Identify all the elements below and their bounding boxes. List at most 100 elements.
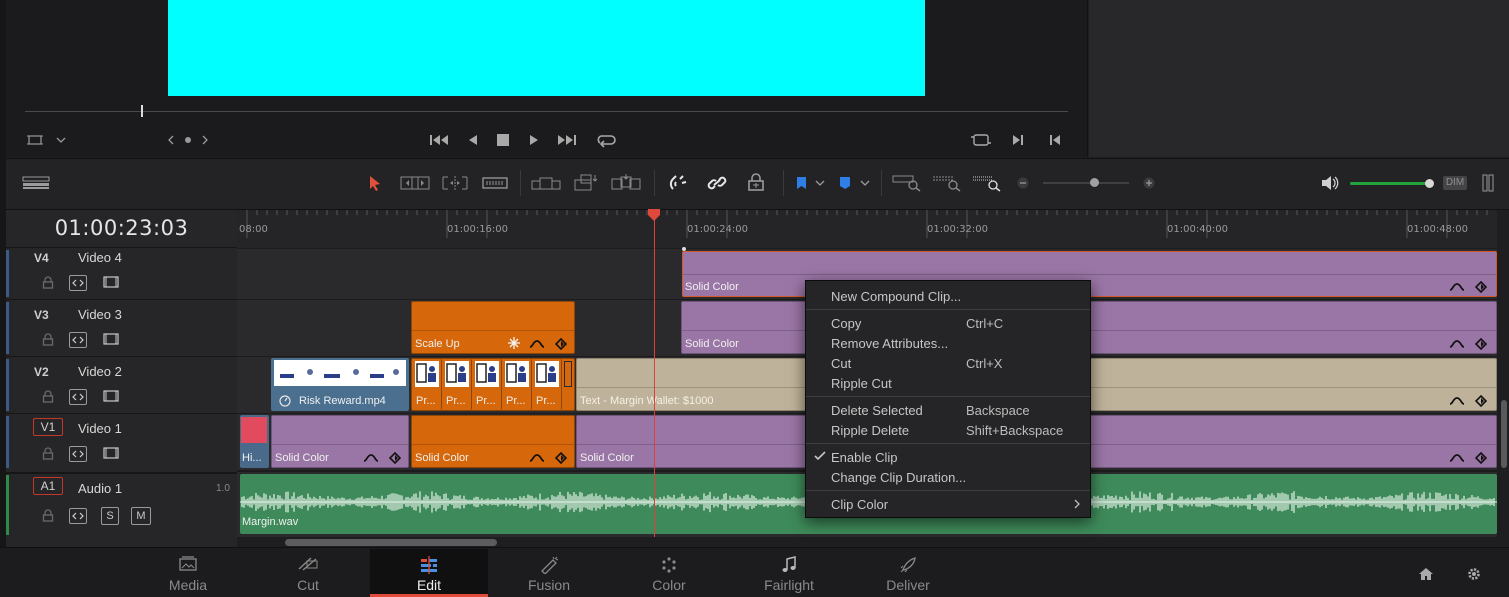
position-lock-icon[interactable] (745, 172, 767, 192)
menu-enable-clip[interactable]: Enable Clip (806, 447, 1090, 467)
auto-select-track-icon[interactable] (69, 389, 87, 405)
auto-select-track-icon[interactable] (69, 332, 87, 348)
lock-track-icon[interactable] (41, 446, 55, 460)
menu-new-compound-clip[interactable]: New Compound Clip... (806, 286, 1090, 306)
zoom-in-icon[interactable] (1142, 176, 1156, 190)
overwrite-clip-icon[interactable] (572, 172, 600, 192)
next-edit-icon[interactable] (1010, 132, 1026, 148)
match-frame-icon[interactable] (970, 132, 992, 148)
speaker-icon[interactable] (1320, 174, 1340, 192)
auto-select-track-icon[interactable] (69, 446, 87, 462)
stop-icon[interactable] (495, 132, 511, 148)
dim-button[interactable]: DIM (1443, 176, 1467, 190)
disable-track-icon[interactable] (102, 389, 120, 403)
lock-track-icon[interactable] (41, 275, 55, 289)
viewer-overlay-icon[interactable] (26, 133, 44, 147)
blade-edit-mode-icon[interactable] (481, 174, 509, 192)
menu-ripple-cut[interactable]: Ripple Cut (806, 373, 1090, 393)
jump-to-start-icon[interactable] (428, 132, 450, 148)
menu-ripple-delete[interactable]: Ripple Delete Shift+Backspace (806, 420, 1090, 440)
zoom-custom-icon[interactable] (972, 174, 1002, 192)
track-name[interactable]: Audio 1 (78, 481, 122, 496)
play-icon[interactable] (526, 132, 542, 148)
gear-icon[interactable] (1465, 565, 1483, 583)
selection-mode-icon[interactable] (366, 174, 384, 192)
vertical-scrollbar[interactable] (1497, 210, 1509, 547)
flag-icon[interactable] (793, 175, 809, 191)
volume-slider-track[interactable] (1350, 182, 1430, 185)
curve-editor-icon[interactable] (1449, 281, 1465, 293)
chevron-down-icon[interactable] (55, 134, 67, 146)
menu-delete-selected[interactable]: Delete Selected Backspace (806, 400, 1090, 420)
track-name[interactable]: Video 4 (78, 250, 122, 265)
viewer-scrub-head[interactable] (141, 105, 143, 117)
replace-clip-icon[interactable] (611, 172, 641, 192)
viewer-scrubber[interactable] (25, 111, 1068, 112)
timeline-view-options-icon[interactable] (22, 175, 50, 191)
play-reverse-icon[interactable] (464, 132, 480, 148)
lock-track-icon[interactable] (41, 332, 55, 346)
keyframe-icon[interactable] (389, 452, 401, 464)
playhead-handle[interactable] (647, 208, 661, 222)
page-tab-fusion[interactable]: Fusion (490, 549, 608, 597)
curve-editor-icon[interactable] (529, 452, 545, 464)
audio-meter-icon[interactable] (1480, 173, 1496, 193)
track-destination-v1[interactable]: V1 (33, 418, 63, 436)
menu-change-clip-duration[interactable]: Change Clip Duration... (806, 467, 1090, 487)
keyframe-icon[interactable] (555, 338, 567, 350)
page-tab-media[interactable]: Media (129, 549, 247, 597)
track-destination-a1[interactable]: A1 (33, 477, 63, 495)
dynamic-trim-mode-icon[interactable] (441, 174, 469, 192)
lock-track-icon[interactable] (41, 389, 55, 403)
track-name[interactable]: Video 2 (78, 364, 122, 379)
volume-slider-knob[interactable] (1425, 179, 1434, 188)
disable-track-icon[interactable] (102, 332, 120, 346)
page-tab-cut[interactable]: Cut (249, 549, 367, 597)
insert-clip-icon[interactable] (531, 174, 561, 192)
solo-button[interactable]: S (101, 507, 119, 525)
home-icon[interactable] (1417, 565, 1435, 583)
mute-button[interactable]: M (131, 507, 151, 525)
trim-edit-mode-icon[interactable] (400, 174, 430, 192)
marker-icon[interactable] (837, 175, 853, 191)
curve-editor-icon[interactable] (1449, 395, 1465, 407)
menu-copy[interactable]: Copy Ctrl+C (806, 313, 1090, 333)
linked-selection-icon[interactable] (706, 173, 728, 193)
zoom-slider-track[interactable] (1043, 182, 1129, 184)
timecode-display[interactable]: 01:00:23:03 (6, 216, 237, 246)
effects-sparkle-icon[interactable] (507, 336, 521, 350)
keyframe-icon[interactable] (1475, 281, 1487, 293)
zoom-detail-icon[interactable] (932, 174, 962, 192)
auto-select-track-icon[interactable] (69, 508, 87, 524)
curve-editor-icon[interactable] (529, 338, 545, 350)
page-tab-edit[interactable]: Edit (370, 549, 488, 597)
keyframe-icon[interactable] (1475, 338, 1487, 350)
jump-to-end-icon[interactable] (556, 132, 578, 148)
chevron-down-icon[interactable] (859, 178, 871, 188)
menu-clip-color[interactable]: Clip Color (806, 494, 1090, 514)
disable-track-icon[interactable] (102, 446, 120, 460)
zoom-full-extent-icon[interactable] (892, 174, 922, 192)
previous-edit-icon[interactable] (1047, 132, 1063, 148)
menu-cut[interactable]: Cut Ctrl+X (806, 353, 1090, 373)
keyframe-icon[interactable] (555, 452, 567, 464)
curve-editor-icon[interactable] (1449, 338, 1465, 350)
lock-track-icon[interactable] (41, 508, 55, 522)
timeline-ruler[interactable] (237, 210, 1497, 248)
track-name[interactable]: Video 1 (78, 421, 122, 436)
curve-editor-icon[interactable] (363, 452, 379, 464)
page-tab-fairlight[interactable]: Fairlight (730, 549, 848, 597)
snapping-icon[interactable] (667, 173, 689, 193)
keyframe-icon[interactable] (1475, 452, 1487, 464)
curve-editor-icon[interactable] (1449, 452, 1465, 464)
page-tab-deliver[interactable]: Deliver (849, 549, 967, 597)
chevron-down-icon[interactable] (814, 178, 826, 188)
horizontal-scroll-thumb[interactable] (285, 539, 497, 546)
track-name[interactable]: Video 3 (78, 307, 122, 322)
disable-track-icon[interactable] (102, 275, 120, 289)
auto-select-track-icon[interactable] (69, 275, 87, 291)
vertical-scroll-thumb[interactable] (1501, 400, 1507, 468)
keyframe-icon[interactable] (1475, 395, 1487, 407)
page-tab-color[interactable]: Color (610, 549, 728, 597)
clip-navigator-icon[interactable] (166, 133, 210, 147)
